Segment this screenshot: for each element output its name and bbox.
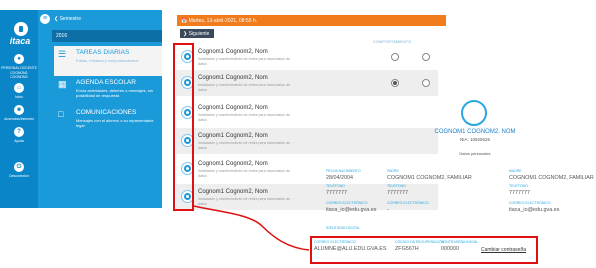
profile-avatar [461, 100, 487, 126]
datos-personales-link[interactable]: Datos personales [404, 151, 546, 156]
field-label: FECHA NACIMIENTO [326, 169, 361, 173]
recovery-code: ZFG567H [395, 246, 419, 252]
field-value: 7777777 [326, 190, 347, 196]
account-email-label: CORREO ELECTRÓNICO [314, 240, 356, 244]
change-password-link[interactable]: Cambiar contraseña [481, 247, 526, 253]
profile-name: COGNOM1 COGNOM2, NOM [434, 129, 516, 135]
field-label: CORREO ELECTRÓNICO [326, 201, 368, 205]
identidad-digital-title: IDENTIDAD DIGITAL [326, 226, 361, 230]
field-value: itaca_io@edu.gva.es [326, 207, 377, 213]
field-value: COGNOM1 COGNOM2, FAMILIAR [387, 175, 472, 181]
recovery-code-label: CÓDIGO DE RECUPERACIÓN [395, 240, 445, 244]
field-label: PADRE [387, 169, 399, 173]
field-label: TELÉFONO [326, 184, 345, 188]
profile-nia: NIA: 10625626 [459, 137, 491, 142]
field-label: TELÉFONO [509, 184, 528, 188]
field-value: 7777777 [387, 190, 408, 196]
field-label: MADRE [509, 169, 522, 173]
field-label: TELÉFONO [387, 184, 406, 188]
field-value: 7777777 [509, 190, 530, 196]
screen: itaca ● PERSONAL DOCENTE COGNOM1 COGNOM2… [0, 0, 596, 268]
field-value: itaca_io@edu.gva.es [509, 207, 560, 213]
field-value: 28/04/2004 [326, 175, 353, 181]
field-label: CORREO ELECTRÓNICO [387, 201, 429, 205]
field-value: - [387, 207, 389, 213]
initial-password-label: CONTRASEÑA INICIAL [441, 240, 479, 244]
account-email: ALUMNE@ALU.EDU.GVA.ES [314, 246, 387, 252]
field-value: COGNOM1 COGNOM2, FAMILIAR [509, 175, 594, 181]
field-label: CORREO ELECTRÓNICO [509, 201, 551, 205]
initial-password: 000000 [441, 246, 459, 252]
